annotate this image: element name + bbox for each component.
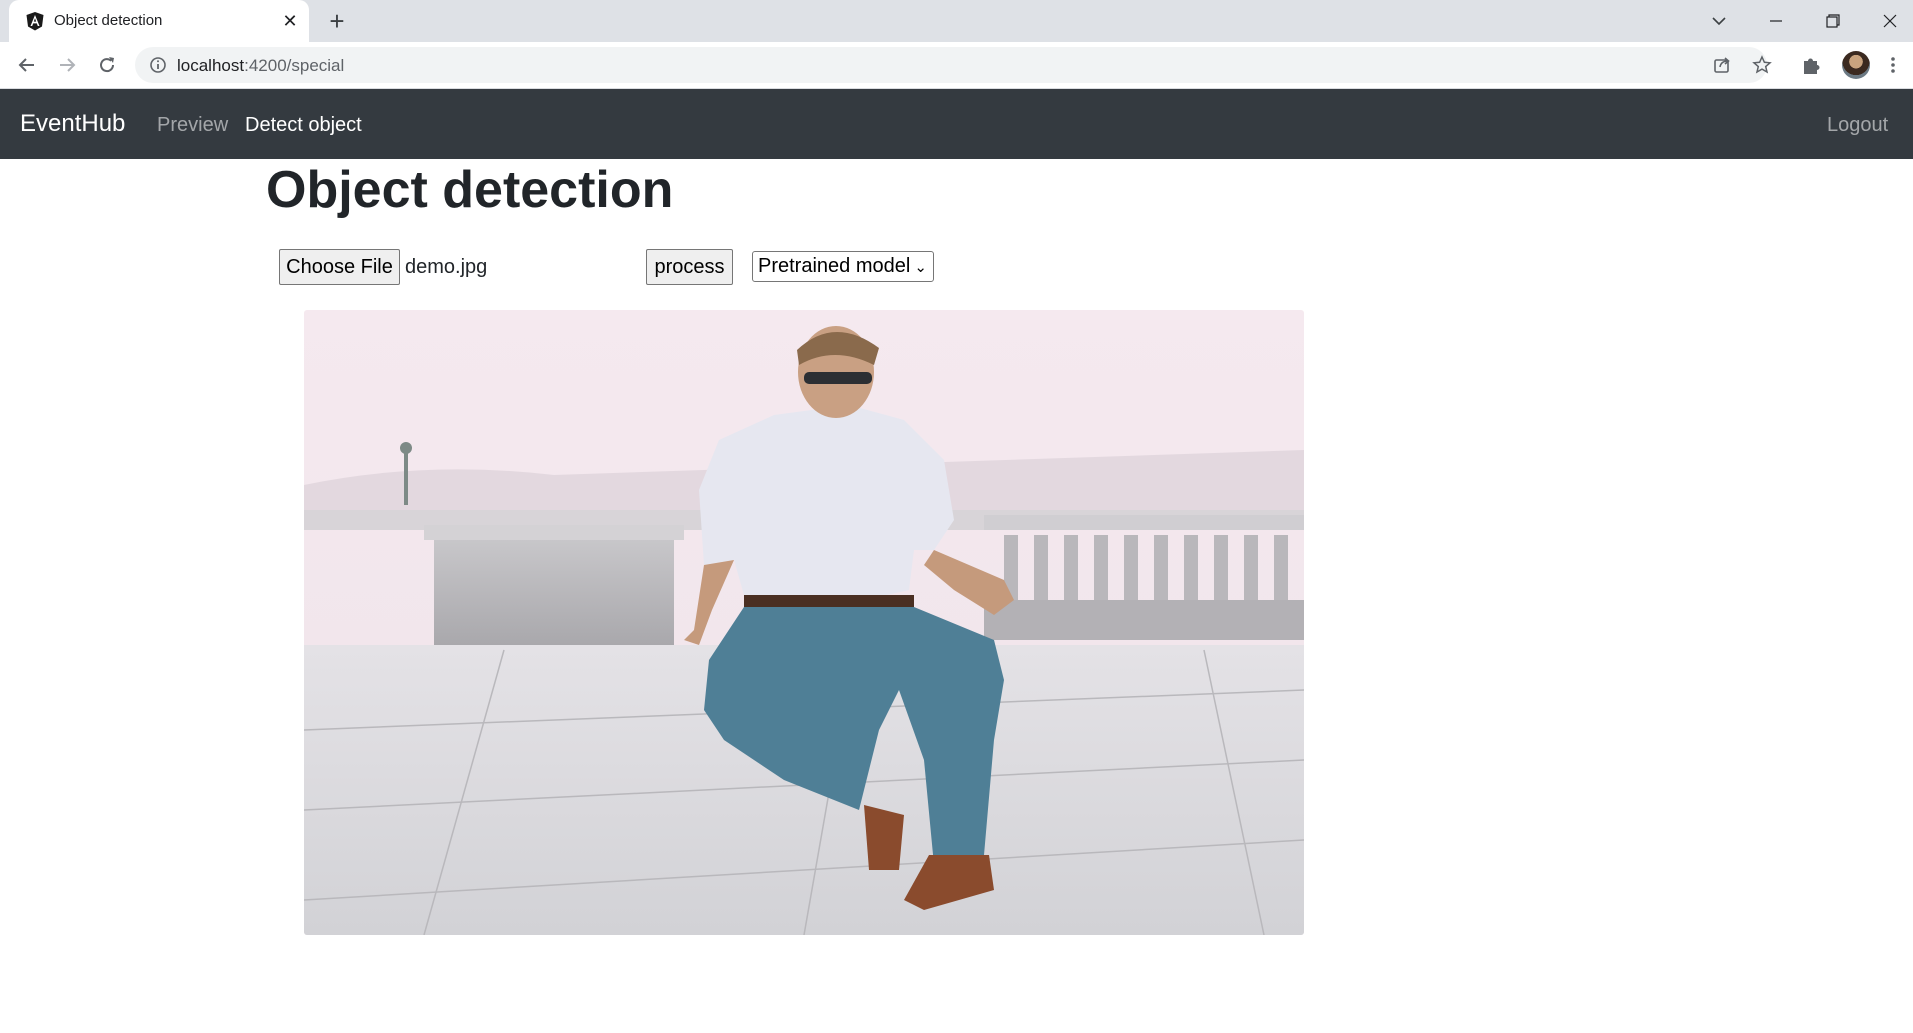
selected-file-name: demo.jpg [405, 256, 488, 278]
tab-title: Object detection [54, 12, 163, 29]
tab-search-icon[interactable] [1704, 6, 1734, 36]
star-icon[interactable] [1752, 55, 1772, 75]
url-host: localhost [177, 56, 245, 75]
url-path: :4200/special [244, 56, 345, 75]
app-navbar: EventHub Preview Detect object Logout [0, 89, 1913, 159]
address-bar[interactable]: localhost:4200/special [135, 47, 1772, 83]
new-tab-icon[interactable]: + [323, 8, 351, 36]
model-select-value: Pretrained model [758, 255, 911, 277]
arrow-left-icon[interactable] [12, 50, 42, 80]
logout-link[interactable]: Logout [1827, 114, 1888, 137]
chevron-down-icon: ⌄ [914, 259, 927, 276]
info-icon[interactable] [149, 56, 167, 74]
close-icon[interactable]: ✕ [279, 10, 301, 32]
page-title: Object detection [266, 161, 674, 219]
nav-link-detect-object[interactable]: Detect object [245, 114, 362, 137]
restore-icon[interactable] [1818, 6, 1848, 36]
puzzle-icon[interactable] [1800, 54, 1822, 76]
model-select[interactable]: Pretrained model ⌄ [752, 251, 934, 282]
window-close-icon[interactable] [1875, 6, 1905, 36]
uploaded-image [304, 310, 1304, 935]
reload-icon[interactable] [92, 50, 122, 80]
process-button[interactable]: process [646, 249, 733, 285]
share-icon[interactable] [1712, 55, 1732, 75]
minimize-icon[interactable] [1761, 6, 1791, 36]
avatar[interactable] [1842, 51, 1870, 79]
nav-link-preview[interactable]: Preview [157, 114, 228, 137]
brand-link[interactable]: EventHub [20, 110, 125, 138]
browser-tabstrip: Object detection ✕ + [0, 0, 1913, 42]
browser-toolbar: localhost:4200/special [0, 42, 1913, 89]
kebab-menu-icon[interactable] [1882, 54, 1904, 76]
arrow-right-icon[interactable] [52, 50, 82, 80]
browser-tab[interactable]: Object detection ✕ [9, 0, 309, 42]
url-text[interactable]: localhost:4200/special [177, 56, 344, 76]
angular-icon [26, 12, 44, 31]
choose-file-button[interactable]: Choose File [279, 249, 400, 285]
